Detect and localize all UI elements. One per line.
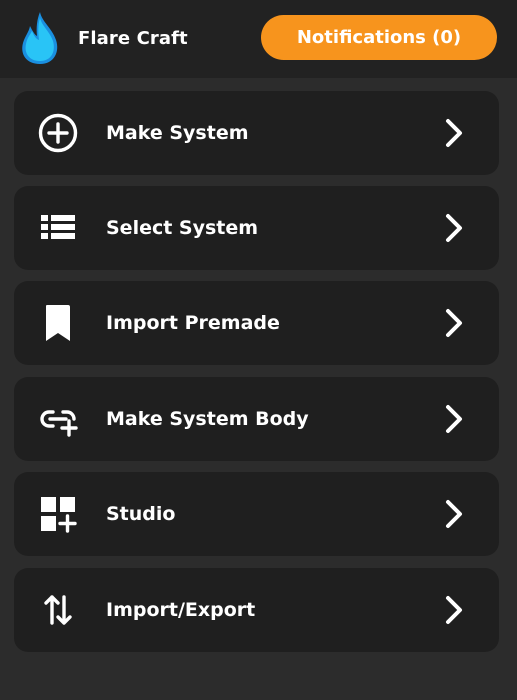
bookmark-icon [37,302,79,344]
plus-circle-icon [37,112,79,154]
dashboard-add-icon [37,493,79,535]
chevron-right-icon [437,211,471,245]
menu-item-label: Import Premade [106,312,280,334]
menu-item-studio[interactable]: Studio [14,472,499,556]
menu-item-label: Make System [106,122,249,144]
menu-item-label: Studio [106,503,176,525]
main-menu: Make System Select System Import Premade… [0,0,517,700]
chevron-right-icon [437,593,471,627]
menu-item-label: Import/Export [106,599,256,621]
menu-item-select-system[interactable]: Select System [14,186,499,270]
menu-item-import-premade[interactable]: Import Premade [14,281,499,365]
menu-item-make-system[interactable]: Make System [14,91,499,175]
menu-item-label: Select System [106,217,259,239]
chevron-right-icon [437,402,471,436]
menu-item-label: Make System Body [106,408,309,430]
link-add-icon [37,398,79,440]
app-window: Flare Craft Notifications (0) Make Syste… [0,0,517,700]
menu-item-make-system-body[interactable]: Make System Body [14,377,499,461]
chevron-right-icon [437,497,471,531]
chevron-right-icon [437,306,471,340]
chevron-right-icon [437,116,471,150]
menu-item-import-export[interactable]: Import/Export [14,568,499,652]
list-icon [37,207,79,249]
swap-vertical-icon [37,589,79,631]
